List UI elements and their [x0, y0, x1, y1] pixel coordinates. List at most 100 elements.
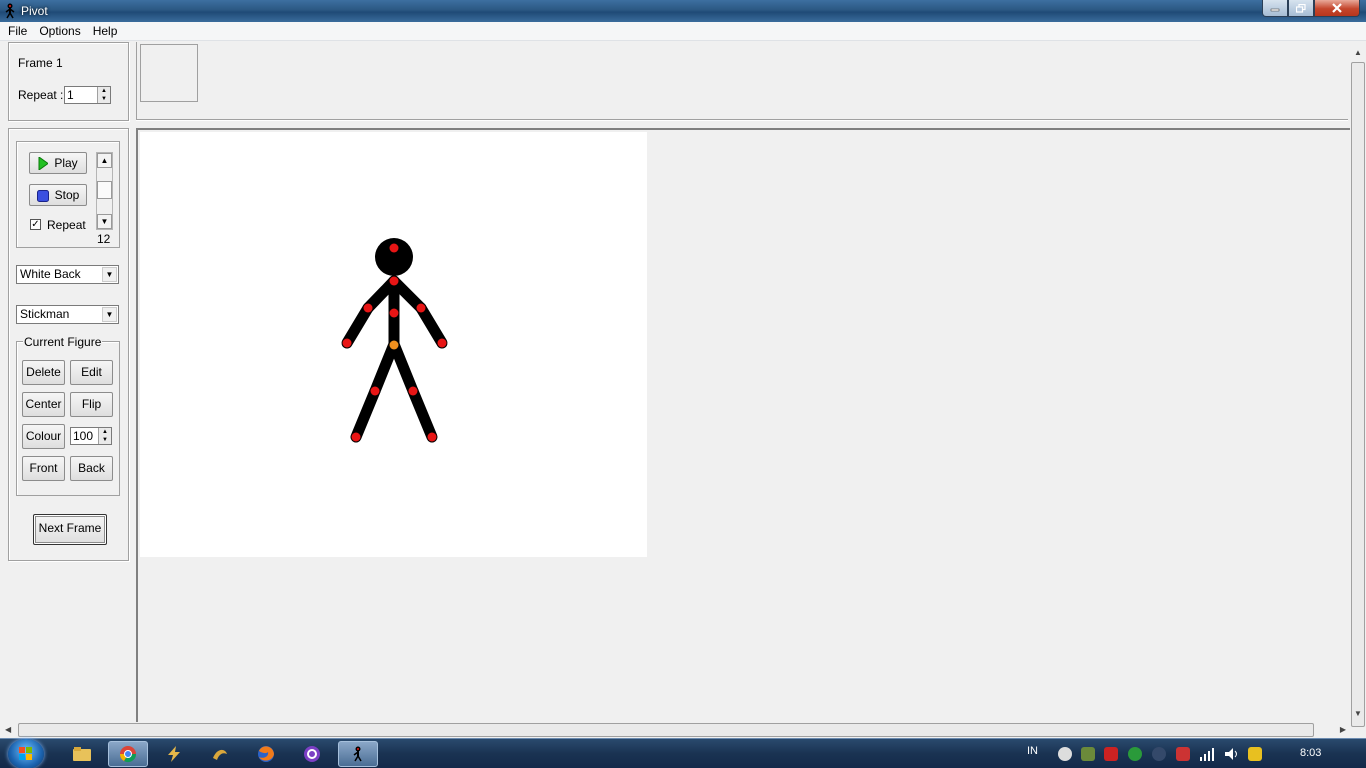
- vertical-scrollbar[interactable]: ▲ ▼: [1350, 42, 1366, 727]
- background-select[interactable]: White Back ▼: [16, 265, 119, 284]
- current-figure-group: Current Figure Delete Edit Center Flip C…: [16, 335, 120, 496]
- speed-value: 12: [97, 232, 111, 246]
- joint-handle[interactable]: [389, 276, 399, 286]
- joint-handle[interactable]: [351, 432, 361, 442]
- current-figure-legend: Current Figure: [23, 335, 103, 349]
- taskbar-app[interactable]: [154, 741, 194, 767]
- close-icon: [1332, 3, 1342, 13]
- stop-icon: [36, 189, 49, 202]
- chevron-down-icon[interactable]: ▼: [102, 307, 117, 322]
- joint-handle[interactable]: [389, 308, 399, 318]
- speed-slider[interactable]: ▲ ▼: [96, 152, 113, 230]
- tray-app-icon[interactable]: [1152, 747, 1166, 761]
- figure-type-select[interactable]: Stickman ▼: [16, 305, 119, 324]
- play-label: Play: [54, 156, 78, 170]
- spin-up-icon[interactable]: ▲: [97, 87, 110, 95]
- window-title: Pivot: [21, 4, 48, 18]
- tray-flag-icon[interactable]: [1104, 747, 1118, 761]
- taskbar-firefox[interactable]: [246, 741, 286, 767]
- play-button[interactable]: Play: [29, 152, 87, 174]
- frame-strip-separator: [136, 119, 1348, 121]
- tray-users-icon[interactable]: [1248, 747, 1262, 761]
- menu-options[interactable]: Options: [33, 22, 86, 41]
- speed-down-icon[interactable]: ▼: [97, 214, 112, 229]
- frame-repeat-stepper[interactable]: 1 ▲ ▼: [64, 86, 111, 104]
- joint-handle[interactable]: [363, 303, 373, 313]
- start-button[interactable]: [8, 739, 44, 768]
- origin-joint-handle[interactable]: [389, 340, 399, 350]
- clock[interactable]: 8:03: [1300, 747, 1321, 759]
- pivot-app-icon: [5, 3, 15, 19]
- chevron-down-icon[interactable]: ▼: [102, 267, 117, 282]
- taskbar: IN 8:03: [0, 738, 1366, 768]
- spin-down-icon[interactable]: ▼: [97, 95, 110, 103]
- stickman-figure[interactable]: [140, 132, 647, 557]
- minimize-icon: [1270, 8, 1280, 12]
- horizontal-scrollbar[interactable]: ◀ ▶: [0, 722, 1350, 738]
- tray-power-icon[interactable]: [1176, 747, 1190, 761]
- volume-icon[interactable]: [1224, 747, 1240, 761]
- pivot-stickman-icon: [353, 746, 362, 762]
- joint-handle[interactable]: [427, 432, 437, 442]
- joint-handle[interactable]: [370, 386, 380, 396]
- workspace-area: [136, 128, 1350, 722]
- joint-handle[interactable]: [408, 386, 418, 396]
- menu-file[interactable]: File: [2, 22, 33, 41]
- app-swirl-icon: [213, 749, 227, 760]
- back-button[interactable]: Back: [70, 456, 113, 481]
- scroll-down-icon[interactable]: ▼: [1354, 709, 1362, 718]
- language-indicator[interactable]: IN: [1027, 745, 1038, 757]
- taskbar-chrome[interactable]: [108, 741, 148, 767]
- edit-button[interactable]: Edit: [70, 360, 113, 385]
- taskbar-app[interactable]: [292, 741, 332, 767]
- taskbar-pivot[interactable]: [338, 741, 378, 767]
- flip-button[interactable]: Flip: [70, 392, 113, 417]
- joint-handle[interactable]: [389, 243, 399, 253]
- colour-button[interactable]: Colour: [22, 424, 65, 449]
- joint-handle[interactable]: [437, 338, 447, 348]
- figure-type-select-value: Stickman: [20, 307, 70, 321]
- repeat-label: Repeat :: [18, 88, 64, 102]
- vertical-scroll-thumb[interactable]: [1351, 62, 1365, 727]
- frame-thumbnail[interactable]: [140, 44, 198, 102]
- repeat-checkbox[interactable]: ✓: [30, 219, 41, 230]
- next-frame-button[interactable]: Next Frame: [33, 514, 107, 545]
- folder-icon: [73, 747, 91, 761]
- scroll-up-icon[interactable]: ▲: [1354, 48, 1362, 57]
- title-bar[interactable]: Pivot: [0, 0, 1366, 22]
- stop-label: Stop: [54, 188, 80, 202]
- animation-canvas[interactable]: [140, 132, 647, 557]
- firefox-icon: [258, 746, 274, 762]
- play-icon: [38, 157, 49, 171]
- stop-button[interactable]: Stop: [29, 184, 87, 206]
- speed-up-icon[interactable]: ▲: [97, 153, 112, 168]
- spin-up-icon[interactable]: ▲: [98, 428, 111, 436]
- taskbar-explorer[interactable]: [62, 741, 102, 767]
- background-select-value: White Back: [20, 267, 81, 281]
- speed-thumb[interactable]: [97, 181, 112, 199]
- frame-info-panel: Frame 1 Repeat : 1 ▲ ▼: [8, 42, 129, 121]
- scroll-right-icon[interactable]: ▶: [1340, 725, 1346, 734]
- taskbar-app[interactable]: [200, 741, 240, 767]
- purple-app-icon: [304, 746, 320, 762]
- horizontal-scroll-thumb[interactable]: [18, 723, 1314, 737]
- tray-network-globe-icon[interactable]: [1128, 747, 1142, 761]
- joint-handle[interactable]: [416, 303, 426, 313]
- restore-button[interactable]: [1288, 0, 1314, 17]
- tray-shield-icon[interactable]: [1081, 747, 1095, 761]
- joint-handle[interactable]: [342, 338, 352, 348]
- tray-minus-icon[interactable]: [1058, 747, 1072, 761]
- spin-down-icon[interactable]: ▼: [98, 436, 111, 444]
- menu-help[interactable]: Help: [87, 22, 124, 41]
- minimize-button[interactable]: [1262, 0, 1288, 17]
- pivot-app-window: Pivot File Options Help Frame 1 Repeat :…: [0, 0, 1366, 768]
- delete-button[interactable]: Delete: [22, 360, 65, 385]
- wifi-signal-icon[interactable]: [1200, 747, 1216, 761]
- windows-logo-icon: [19, 747, 32, 760]
- close-button[interactable]: [1314, 0, 1360, 17]
- center-button[interactable]: Center: [22, 392, 65, 417]
- colour-stepper[interactable]: 100 ▲ ▼: [70, 427, 112, 445]
- front-button[interactable]: Front: [22, 456, 65, 481]
- scroll-left-icon[interactable]: ◀: [5, 725, 11, 734]
- lightning-icon: [168, 746, 180, 762]
